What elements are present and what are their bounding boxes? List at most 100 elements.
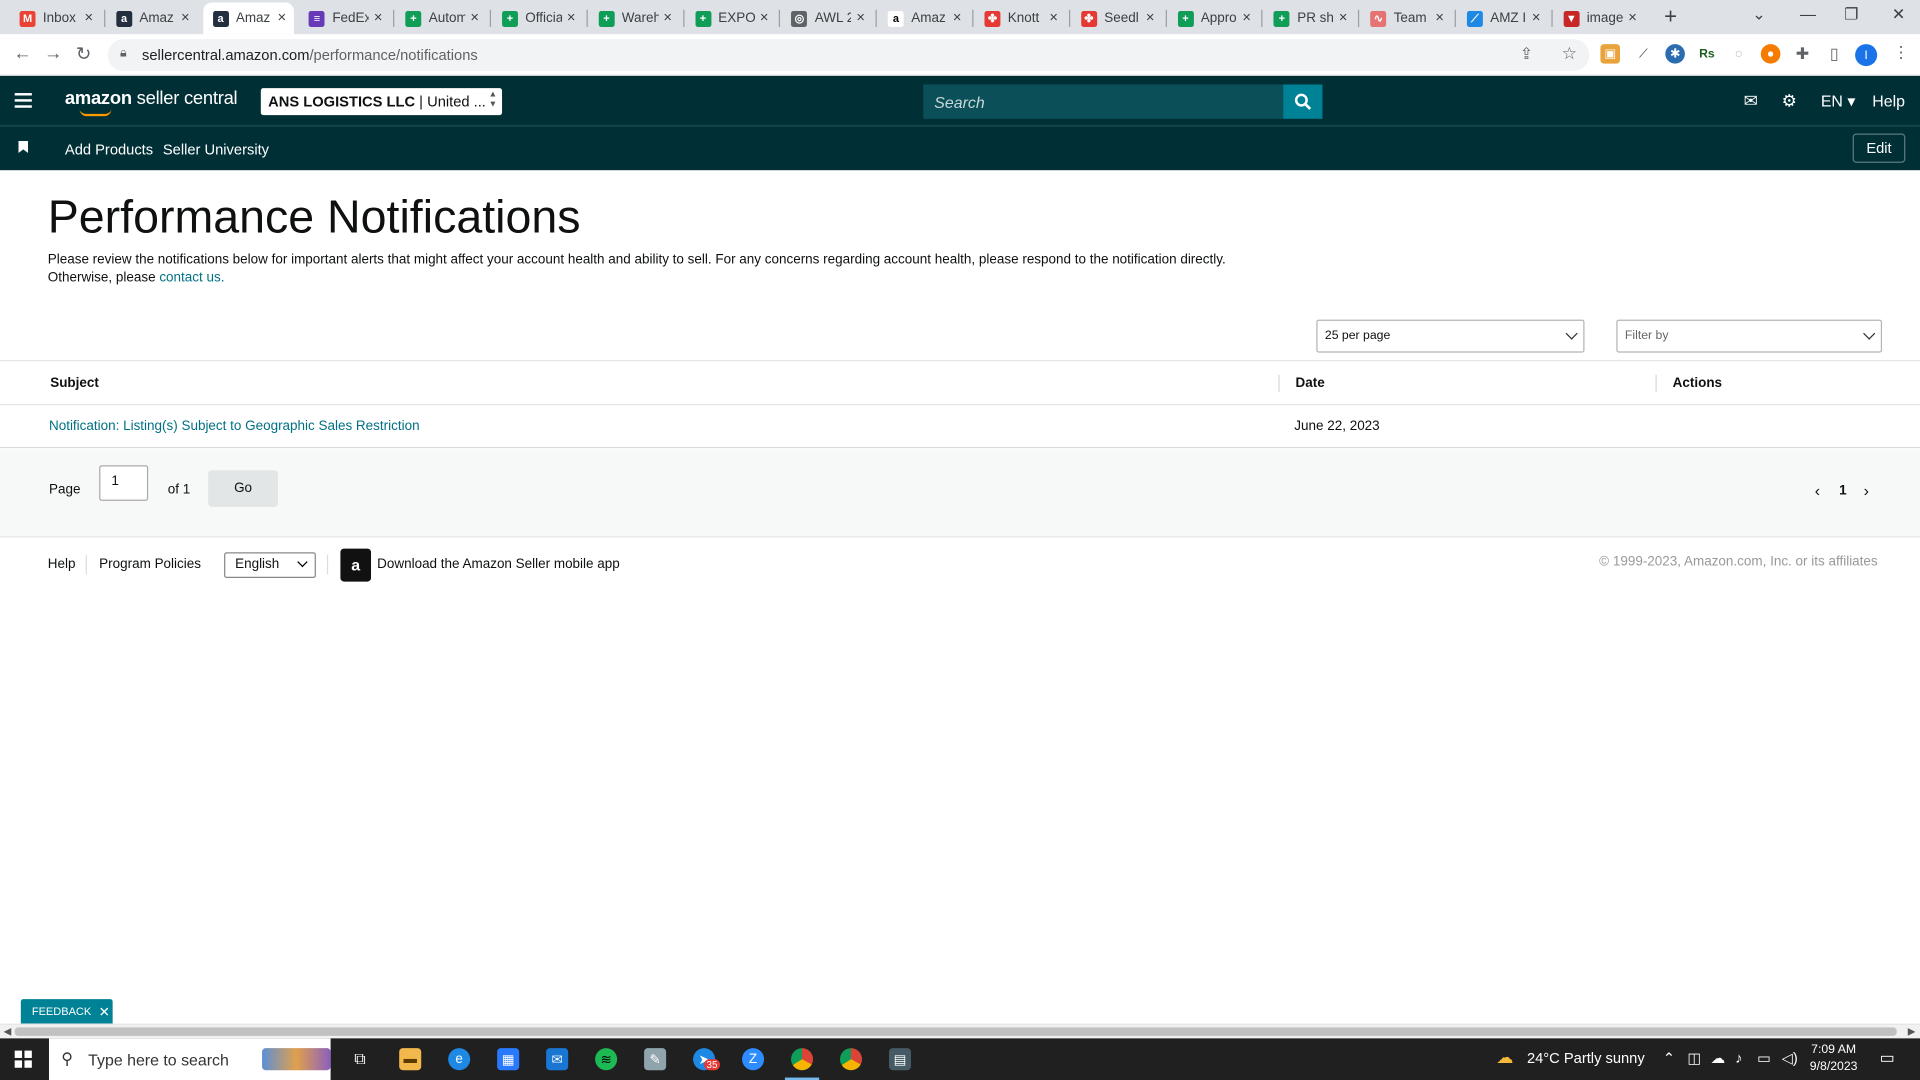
browser-tab[interactable]: + Autom ×: [396, 2, 487, 34]
file-explorer-icon[interactable]: ▬: [399, 1048, 422, 1071]
notepad-icon[interactable]: ✎: [644, 1048, 667, 1071]
close-tab-icon[interactable]: ×: [84, 9, 93, 26]
browser-tab[interactable]: M Inbox ×: [10, 2, 101, 34]
windows-start-icon[interactable]: [14, 1050, 32, 1068]
spotify-icon[interactable]: ≋: [595, 1048, 618, 1071]
extension-1-icon[interactable]: ▣: [1600, 44, 1620, 64]
extension-2-icon[interactable]: ⟋: [1633, 44, 1653, 64]
browser-tab[interactable]: + Officia ×: [492, 2, 583, 34]
close-tab-icon[interactable]: ×: [856, 9, 865, 26]
extension-6-icon[interactable]: ●: [1760, 44, 1781, 64]
browser-tab[interactable]: ⟋ AMZ I ×: [1457, 2, 1548, 34]
close-tab-icon[interactable]: ×: [663, 9, 672, 26]
browser-tab[interactable]: a Amaz ×: [202, 2, 294, 35]
share-icon[interactable]: ⇪: [1520, 44, 1533, 64]
add-products-link[interactable]: Add Products: [65, 141, 153, 158]
close-tab-icon[interactable]: ×: [1146, 9, 1155, 26]
extensions-puzzle-icon[interactable]: ✚: [1793, 44, 1813, 64]
scroll-right-icon[interactable]: ▶: [1908, 1026, 1916, 1037]
seller-university-link[interactable]: Seller University: [163, 141, 269, 158]
close-tab-icon[interactable]: ×: [1242, 9, 1251, 26]
microphone-icon[interactable]: ♪: [1735, 1049, 1742, 1066]
browser-tab[interactable]: ✤ Knott ×: [975, 2, 1066, 34]
horizontal-scrollbar[interactable]: ◀ ▶: [0, 1023, 1920, 1039]
extension-5-icon[interactable]: ◌: [1729, 44, 1749, 64]
filter-select[interactable]: Filter by: [1616, 319, 1883, 353]
feedback-button[interactable]: FEEDBACK ✕: [20, 999, 113, 1024]
forward-icon[interactable]: →: [44, 43, 62, 64]
column-subject[interactable]: Subject: [50, 376, 99, 391]
task-view-icon[interactable]: ⧉: [349, 1048, 371, 1070]
chrome-profile-icon[interactable]: [840, 1048, 863, 1071]
close-window-button[interactable]: ✕: [1892, 5, 1905, 25]
extension-4-icon[interactable]: Rs: [1697, 44, 1717, 64]
maximize-button[interactable]: ❐: [1844, 5, 1858, 25]
scrollbar-thumb[interactable]: [14, 1027, 1897, 1036]
extension-3-icon[interactable]: ✱: [1665, 44, 1685, 64]
browser-tab[interactable]: ∿ Team ×: [1361, 2, 1452, 34]
browser-tab[interactable]: ✤ Seedl ×: [1071, 2, 1162, 34]
close-tab-icon[interactable]: ×: [1049, 9, 1058, 26]
tab-search-icon[interactable]: ⌄: [1752, 5, 1765, 25]
close-tab-icon[interactable]: ×: [567, 9, 576, 26]
calculator-icon[interactable]: ▤: [888, 1048, 912, 1071]
close-tab-icon[interactable]: ×: [760, 9, 769, 26]
new-tab-button[interactable]: +: [1664, 4, 1677, 30]
close-tab-icon[interactable]: ×: [953, 9, 962, 26]
volume-icon[interactable]: ◁): [1782, 1049, 1798, 1066]
browser-tab[interactable]: a Amaz ×: [878, 2, 969, 34]
footer-help-link[interactable]: Help: [48, 557, 76, 572]
hamburger-menu-icon[interactable]: [14, 93, 32, 108]
close-tab-icon[interactable]: ×: [181, 9, 190, 26]
close-tab-icon[interactable]: ×: [1532, 9, 1541, 26]
back-icon[interactable]: ←: [13, 43, 31, 64]
close-icon[interactable]: ✕: [99, 1003, 110, 1020]
close-tab-icon[interactable]: ×: [1628, 9, 1637, 26]
weather-text[interactable]: 24°C Partly sunny: [1527, 1049, 1645, 1066]
show-hidden-icons-chevron-icon[interactable]: ⌃: [1663, 1049, 1675, 1066]
profile-avatar[interactable]: I: [1855, 44, 1878, 67]
notification-subject-link[interactable]: Notification: Listing(s) Subject to Geog…: [49, 419, 420, 434]
browser-tab[interactable]: + Appro ×: [1168, 2, 1259, 34]
amazon-seller-app-icon[interactable]: a: [340, 548, 372, 582]
search-button[interactable]: [1283, 84, 1323, 119]
chrome-icon[interactable]: [791, 1048, 814, 1071]
zoom-icon[interactable]: Z: [742, 1048, 765, 1071]
weather-icon[interactable]: ☁: [1496, 1047, 1513, 1068]
chevron-right-icon[interactable]: ›: [1864, 481, 1869, 499]
browser-tab[interactable]: a Amaz ×: [106, 2, 197, 34]
browser-tab[interactable]: + Wareh ×: [589, 2, 680, 34]
close-tab-icon[interactable]: ×: [1435, 9, 1444, 26]
bookmark-icon[interactable]: [18, 140, 29, 154]
search-input[interactable]: Search: [923, 84, 1285, 119]
close-tab-icon[interactable]: ×: [470, 9, 479, 26]
browser-menu-icon[interactable]: ⋮: [1893, 43, 1909, 63]
store-icon[interactable]: ▦: [497, 1048, 520, 1071]
minimize-button[interactable]: —: [1800, 5, 1816, 23]
column-date[interactable]: Date: [1296, 376, 1325, 391]
per-page-select[interactable]: 25 per page: [1316, 319, 1585, 353]
go-button[interactable]: Go: [208, 470, 278, 507]
browser-tab[interactable]: ◎ AWL 2 ×: [782, 2, 873, 34]
seller-central-logo[interactable]: amazon seller central: [65, 88, 238, 117]
onedrive-icon[interactable]: ☁: [1711, 1049, 1726, 1066]
browser-tab[interactable]: + EXPOR ×: [685, 2, 776, 34]
program-policies-link[interactable]: Program Policies: [99, 557, 201, 572]
network-icon[interactable]: ▭: [1757, 1049, 1771, 1066]
edge-icon[interactable]: e: [448, 1048, 471, 1071]
current-page-number[interactable]: 1: [1839, 484, 1847, 499]
settings-gear-icon[interactable]: ⚙: [1782, 91, 1797, 112]
close-tab-icon[interactable]: ×: [1339, 9, 1348, 26]
edit-bookmarks-button[interactable]: Edit: [1852, 133, 1906, 163]
notifications-icon[interactable]: ▭: [1880, 1048, 1895, 1068]
close-tab-icon[interactable]: ×: [277, 9, 286, 26]
address-bar[interactable]: 🔒︎ sellercentral.amazon.com/performance/…: [107, 39, 1590, 72]
tray-app-icon[interactable]: ◫: [1687, 1049, 1701, 1066]
bookmark-star-icon[interactable]: ☆: [1562, 43, 1577, 64]
help-link[interactable]: Help: [1872, 92, 1905, 110]
language-selector[interactable]: EN ▾: [1821, 92, 1856, 112]
browser-tab[interactable]: ▼ image ×: [1554, 2, 1645, 34]
chevron-left-icon[interactable]: ‹: [1815, 481, 1820, 499]
browser-tab[interactable]: ≡ FedEx ×: [299, 2, 390, 34]
search-highlight-icon[interactable]: [262, 1048, 331, 1071]
